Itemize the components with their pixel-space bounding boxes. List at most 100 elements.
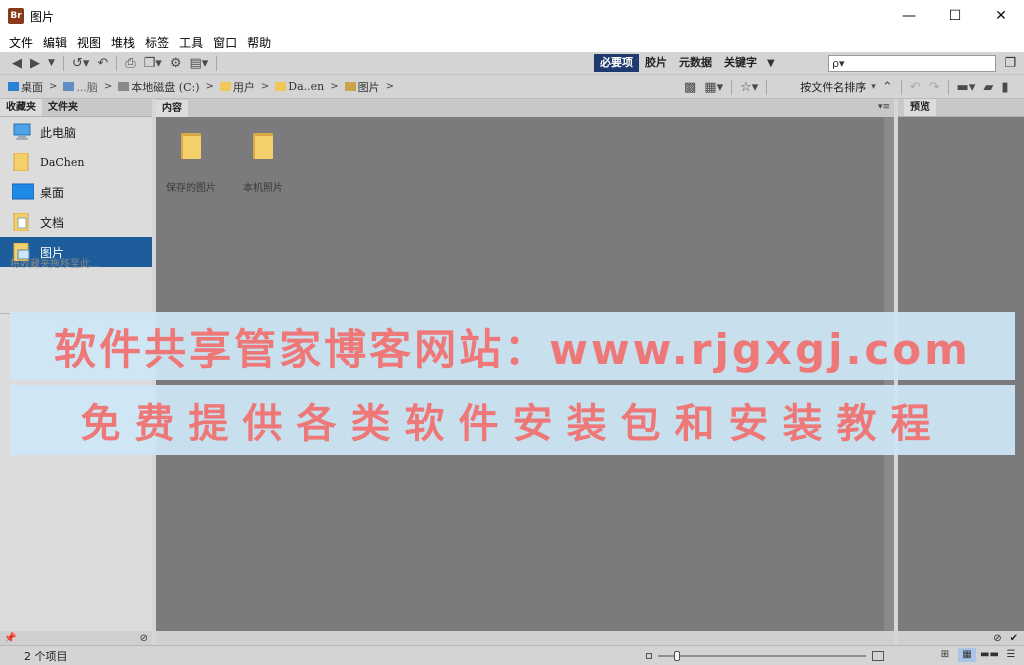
favorite-this-pc[interactable]: 此电脑 <box>0 117 152 147</box>
chevron-right-icon: > <box>385 81 395 92</box>
status-bar: 2 个项目 ⊞ ▦ ▬▬ ☰ <box>0 645 1024 665</box>
chevron-right-icon: > <box>260 81 270 92</box>
menu-tools[interactable]: 工具 <box>174 34 208 51</box>
menu-label[interactable]: 标签 <box>140 34 174 51</box>
folder-label: 本机照片 <box>243 183 283 194</box>
toolbar-divider <box>766 79 768 95</box>
toolbar-divider <box>62 55 64 71</box>
maximize-button[interactable]: ☐ <box>932 0 978 32</box>
favorite-dachen[interactable]: DaChen <box>0 147 152 177</box>
thumbnail-zoom <box>646 650 884 662</box>
chevron-right-icon: > <box>330 81 339 92</box>
close-button[interactable]: ✕ <box>978 0 1024 32</box>
breadcrumb-computer[interactable]: ...脑 <box>63 79 98 95</box>
workspace-essentials[interactable]: 必要项 <box>594 54 639 72</box>
pin-icon[interactable]: 📌 <box>4 633 16 644</box>
workspace-dropdown-icon[interactable]: ▼ <box>763 58 779 69</box>
pictures-icon <box>12 242 32 262</box>
title-bar: Br 图片 — ☐ ✕ <box>0 0 1024 32</box>
no-entry-icon[interactable]: ⊘ <box>993 633 1001 644</box>
main-toolbar: ◀ ▶ ▼ ↺▾ ↶ ⎙ ❐▾ ⚙ ▤▾ 必要项 胶片 元数据 关键字 ▼ ρ▾… <box>0 52 1024 75</box>
menu-view[interactable]: 视图 <box>72 34 106 51</box>
breadcrumb-desktop[interactable]: 桌面 <box>8 79 43 95</box>
rotate-left-icon[interactable]: ↶ <box>906 80 925 95</box>
chevron-right-icon: > <box>205 81 214 92</box>
lock-grid-icon[interactable]: ⊞ <box>936 648 954 662</box>
folder-camera-roll[interactable]: 本机照片 <box>228 133 298 194</box>
desktop-icon <box>11 183 35 201</box>
favorite-documents[interactable]: 文档 <box>0 207 152 237</box>
output-icon[interactable]: ▤▾ <box>186 56 213 71</box>
watermark-banner-tagline: 免费提供各类软件安装包和安装教程 <box>10 385 1015 455</box>
compact-mode-icon[interactable]: ❐ <box>1004 56 1016 71</box>
toolbar-divider <box>216 55 218 71</box>
rotate-right-icon[interactable]: ↷ <box>925 80 944 95</box>
quality-icon[interactable]: ▩ <box>680 80 700 95</box>
panel-menu-icon[interactable]: ▾≡ <box>878 102 890 112</box>
workspace-filmstrip[interactable]: 胶片 <box>639 54 673 72</box>
menu-file[interactable]: 文件 <box>4 34 38 51</box>
search-input[interactable]: ρ▾ <box>828 55 996 72</box>
history-dropdown-icon[interactable]: ▼ <box>44 58 59 68</box>
sort-ascending-icon[interactable]: ⌃ <box>878 80 897 95</box>
toolbar-divider <box>116 55 118 71</box>
documents-icon <box>12 212 32 232</box>
zoom-slider[interactable] <box>658 651 866 661</box>
checkmark-icon[interactable]: ✔ <box>1010 633 1018 644</box>
tab-favorites[interactable]: 收藏夹 <box>0 99 42 116</box>
menu-window[interactable]: 窗口 <box>208 34 242 51</box>
tab-content[interactable]: 内容 <box>156 100 188 117</box>
folder-icon <box>181 133 201 159</box>
thumbnail-options-icon[interactable]: ▦▾ <box>700 80 727 95</box>
menu-stack[interactable]: 堆栈 <box>106 34 140 51</box>
user-folder-icon <box>12 152 32 172</box>
toolbar-divider <box>947 79 949 95</box>
chevron-right-icon: > <box>49 81 58 92</box>
star-filter-icon[interactable]: ☆▾ <box>736 80 762 95</box>
folder-saved-pictures[interactable]: 保存的图片 <box>156 133 226 194</box>
preview-panel-header: 预览 <box>898 99 1024 117</box>
workspace-metadata[interactable]: 元数据 <box>673 54 718 72</box>
camera-raw-icon[interactable]: ⚙ <box>166 56 186 71</box>
breadcrumb-drive-c[interactable]: 本地磁盘 (C:) <box>118 79 199 95</box>
details-view-icon[interactable]: ▬▬ <box>980 648 999 662</box>
zoom-slider-thumb[interactable] <box>674 651 681 661</box>
tab-preview[interactable]: 预览 <box>904 99 936 116</box>
breadcrumb-pictures[interactable]: 图片 <box>344 79 380 95</box>
window-title: 图片 <box>30 9 55 24</box>
tab-folders[interactable]: 文件夹 <box>42 99 84 116</box>
forward-arrow-icon[interactable]: ▶ <box>26 56 44 71</box>
favorite-desktop[interactable]: 桌面 <box>0 177 152 207</box>
drive-icon <box>118 82 130 91</box>
new-folder-icon[interactable]: ▰ <box>979 80 997 95</box>
breadcrumb-user[interactable]: Da..en <box>275 80 324 93</box>
breadcrumb-users[interactable]: 用户 <box>219 79 255 95</box>
sort-dropdown[interactable]: 按文件名排序 <box>797 79 869 95</box>
menu-help[interactable]: 帮助 <box>242 34 276 51</box>
refine-icon[interactable]: ❐▾ <box>140 56 166 71</box>
workspace-keywords[interactable]: 关键字 <box>718 54 763 72</box>
return-icon[interactable]: ↶ <box>93 56 112 71</box>
back-arrow-icon[interactable]: ◀ <box>8 56 26 71</box>
folder-icon <box>253 133 273 159</box>
sort-dropdown-icon[interactable]: ▾ <box>869 82 878 92</box>
minimize-button[interactable]: — <box>886 0 932 32</box>
menu-edit[interactable]: 编辑 <box>38 34 72 51</box>
item-count: 2 个项目 <box>24 649 68 663</box>
folder-icon <box>275 82 287 91</box>
workspace-switcher: 必要项 胶片 元数据 关键字 ▼ <box>594 54 779 72</box>
no-entry-icon[interactable]: ⊘ <box>140 633 148 644</box>
left-panel-footer: 📌 ⊘ <box>0 631 152 645</box>
pictures-folder-icon <box>344 82 356 91</box>
path-bar: 桌面 > ...脑 > 本地磁盘 (C:) > 用户 > Da..en > 图片… <box>0 75 1024 99</box>
menu-bar: 文件 编辑 视图 堆栈 标签 工具 窗口 帮助 <box>0 32 1024 52</box>
list-view-icon[interactable]: ☰ <box>1002 648 1020 662</box>
zoom-in-icon[interactable] <box>872 651 884 661</box>
open-recent-icon[interactable]: ▬▾ <box>953 80 980 95</box>
camera-import-icon[interactable]: ⎙ <box>121 56 139 71</box>
favorites-panel: 收藏夹 文件夹 此电脑 DaChen 桌面 文档 图片 将收藏夹拖移至此... <box>0 99 152 313</box>
recent-folders-icon[interactable]: ↺▾ <box>68 56 93 71</box>
delete-icon[interactable]: ▮ <box>997 80 1012 95</box>
zoom-out-icon[interactable] <box>646 653 652 659</box>
thumbnail-view-icon[interactable]: ▦ <box>958 648 976 662</box>
